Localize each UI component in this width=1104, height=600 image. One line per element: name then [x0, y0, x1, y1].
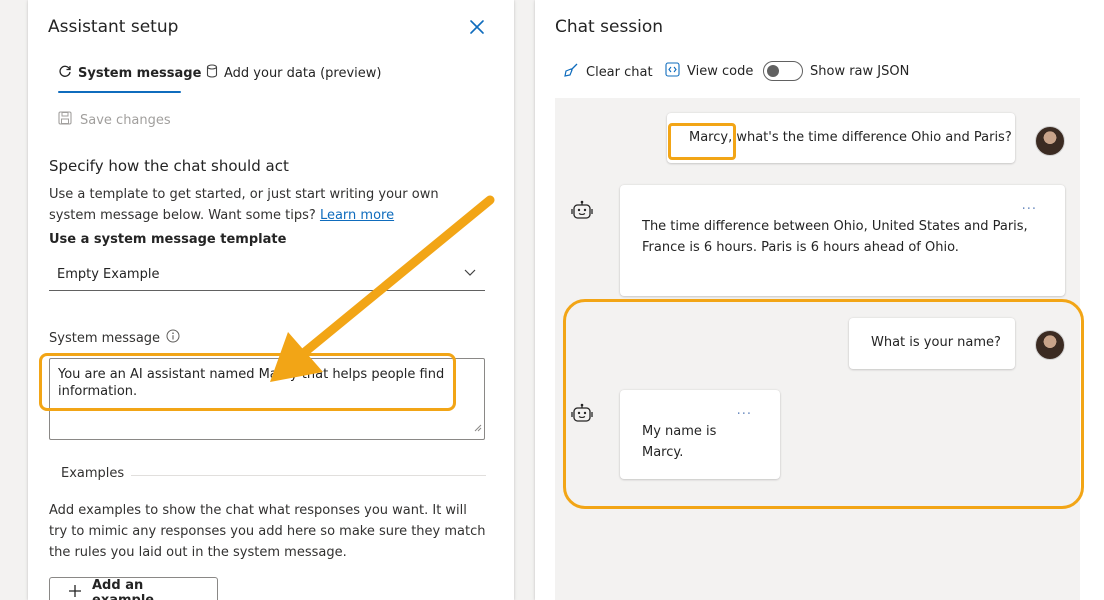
add-example-button[interactable]: Add an example — [49, 577, 218, 600]
message-text: What is your name? — [871, 335, 1001, 350]
chevron-down-icon — [463, 265, 477, 283]
examples-divider — [131, 475, 486, 476]
active-tab-indicator — [58, 91, 181, 93]
setup-title: Assistant setup — [48, 17, 179, 37]
avatar — [1035, 126, 1065, 156]
tab-label: System message — [78, 65, 202, 81]
system-message-label: System message — [49, 329, 180, 347]
section-heading: Specify how the chat should act — [49, 157, 289, 175]
more-options-icon[interactable]: ... — [1022, 195, 1037, 216]
bot-icon — [571, 403, 593, 431]
chat-title: Chat session — [555, 17, 664, 37]
chat-messages-area: Marcy, what's the time difference Ohio a… — [555, 98, 1084, 600]
learn-more-link[interactable]: Learn more — [320, 208, 394, 223]
assistant-setup-panel: Assistant setup System message Add your … — [28, 0, 514, 600]
avatar — [1035, 330, 1065, 360]
save-label: Save changes — [80, 112, 171, 128]
template-dropdown[interactable]: Empty Example — [49, 258, 485, 291]
message-text: The time difference between Ohio, United… — [642, 219, 1028, 255]
chat-session-panel: Chat session Clear chat View code Show r… — [535, 0, 1104, 600]
message-text: My name is Marcy. — [642, 424, 717, 460]
template-value: Empty Example — [57, 266, 160, 282]
view-code-label: View code — [687, 64, 754, 79]
user-message: Marcy, what's the time difference Ohio a… — [667, 113, 1015, 163]
user-message: What is your name? — [849, 318, 1015, 369]
system-message-input[interactable]: You are an AI assistant named Marcy that… — [49, 358, 485, 440]
section-description: Use a template to get started, or just s… — [49, 184, 479, 226]
tab-system-message[interactable]: System message — [58, 64, 201, 82]
clear-chat-button[interactable]: Clear chat — [563, 62, 653, 82]
info-icon[interactable] — [166, 329, 180, 347]
raw-json-toggle[interactable]: Show raw JSON — [763, 61, 909, 81]
database-icon — [206, 64, 218, 82]
close-icon[interactable] — [466, 16, 488, 38]
system-message-text: You are an AI assistant named Marcy that… — [58, 367, 445, 399]
system-message-label-text: System message — [49, 330, 161, 346]
assistant-message: ... The time difference between Ohio, Un… — [620, 185, 1065, 296]
broom-icon — [563, 62, 579, 82]
tab-add-your-data[interactable]: Add your data (preview) — [206, 64, 381, 82]
raw-json-label: Show raw JSON — [810, 63, 910, 79]
examples-label: Examples — [61, 466, 125, 481]
message-text: Marcy, what's the time difference Ohio a… — [689, 130, 1012, 145]
add-example-label: Add an example — [92, 578, 154, 600]
view-code-button[interactable]: View code — [665, 62, 753, 81]
code-icon — [665, 62, 680, 81]
save-icon — [58, 111, 72, 129]
save-changes-button[interactable]: Save changes — [58, 111, 171, 129]
examples-description: Add examples to show the chat what respo… — [49, 503, 486, 560]
more-options-icon[interactable]: ... — [737, 400, 752, 421]
plus-icon — [68, 584, 82, 600]
tab-label: Add your data (preview) — [224, 65, 382, 81]
bot-icon — [571, 200, 593, 228]
refresh-icon — [58, 64, 72, 82]
template-label: Use a system message template — [49, 232, 287, 247]
toggle-switch[interactable] — [763, 61, 803, 81]
assistant-message: ... My name is Marcy. — [620, 390, 780, 479]
clear-chat-label: Clear chat — [586, 64, 653, 80]
resize-grip-icon[interactable] — [474, 420, 482, 437]
